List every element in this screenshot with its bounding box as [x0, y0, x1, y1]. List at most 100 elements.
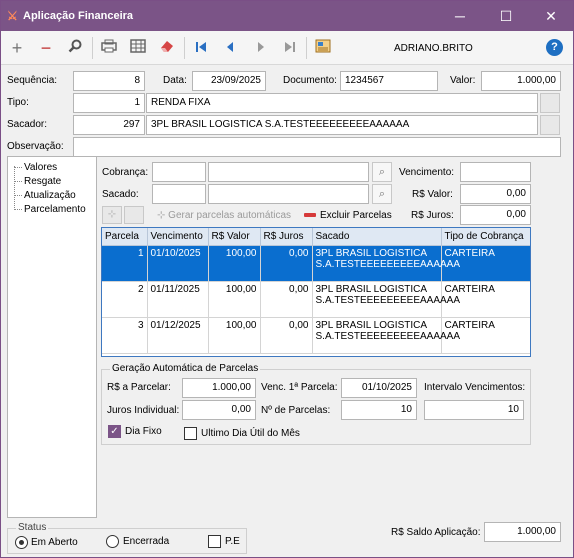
remove-icon[interactable]: − — [35, 37, 57, 59]
sacado-search-icon[interactable]: ⌕ — [372, 184, 392, 204]
observacao-field[interactable] — [73, 137, 561, 157]
nparcelas-field[interactable]: 10 — [341, 400, 417, 420]
cobranca-code-field[interactable] — [152, 162, 206, 182]
rs-juros-field[interactable]: 0,00 — [460, 205, 531, 225]
tipo-label: Tipo: — [7, 97, 29, 108]
valor-label: Valor: — [450, 75, 476, 86]
wand-icon: ⊹ — [157, 210, 169, 221]
valor-field[interactable]: 1.000,00 — [481, 71, 561, 91]
add-icon[interactable]: + — [6, 37, 28, 59]
intervalo-field[interactable]: 10 — [424, 400, 524, 420]
em-aberto-label: Em Aberto — [31, 537, 78, 548]
parcelas-table: Parcela Vencimento R$ Valor R$ Juros Sac… — [101, 227, 531, 357]
column-header[interactable]: Tipo de Cobrança — [441, 228, 530, 246]
cell-sacado: 3PL BRASIL LOGISTICA S.A.TESTEEEEEEEEEAA… — [312, 317, 460, 354]
cell-vencimento: 01/11/2025 — [147, 281, 209, 318]
documento-label: Documento: — [283, 75, 337, 86]
observacao-label: Observação: — [7, 141, 64, 152]
cobranca-search-icon[interactable]: ⌕ — [372, 162, 392, 182]
eraser-icon[interactable] — [156, 37, 178, 59]
tipo-description-field: RENDA FIXA — [146, 93, 538, 113]
cell-valor: 100,00 — [208, 317, 261, 354]
cell-juros: 0,00 — [260, 281, 313, 318]
toolbar-separator — [184, 37, 185, 59]
print-icon[interactable] — [98, 37, 120, 59]
ultimo-dia-label: Ultimo Dia Útil do Mês — [201, 428, 300, 439]
data-field[interactable]: 23/09/2025 — [192, 71, 266, 91]
cell-juros: 0,00 — [260, 245, 313, 282]
rs-parcelar-label: R$ a Parcelar: — [107, 382, 171, 393]
column-header[interactable]: Vencimento — [147, 228, 209, 246]
column-header[interactable]: R$ Juros — [260, 228, 313, 246]
edit-parcel-button[interactable] — [124, 206, 144, 224]
column-header[interactable]: Parcela — [102, 228, 148, 246]
app-icon: ⚔ — [7, 9, 18, 23]
help-icon[interactable]: ? — [546, 39, 563, 56]
cell-juros: 0,00 — [260, 317, 313, 354]
encerrada-radio[interactable] — [106, 535, 119, 548]
tree-item-resgate[interactable]: Resgate — [14, 176, 61, 187]
sacador-lookup-button[interactable] — [540, 115, 560, 135]
gerar-parcelas-label: Gerar parcelas automáticas — [168, 210, 292, 221]
tipo-code-field[interactable]: 1 — [73, 93, 145, 113]
vencimento-label: Vencimento: — [399, 167, 455, 178]
toolbar: + − ADRIANO.BRITO ? — [1, 31, 573, 65]
next-record-icon[interactable] — [250, 37, 272, 59]
minimize-button[interactable]: ─ — [437, 1, 483, 31]
maximize-button[interactable]: ☐ — [483, 1, 529, 31]
pe-checkbox[interactable] — [208, 535, 221, 548]
dia-fixo-checkbox[interactable]: ✓ — [108, 425, 121, 438]
previous-record-icon[interactable] — [219, 37, 241, 59]
sacado-description-field — [208, 184, 369, 204]
juros-individual-field[interactable]: 0,00 — [182, 400, 256, 420]
rs-valor-field[interactable]: 0,00 — [460, 184, 531, 204]
cell-valor: 100,00 — [208, 245, 261, 282]
current-user: ADRIANO.BRITO — [394, 43, 473, 54]
tree-item-atualizacao[interactable]: Atualização — [14, 190, 76, 201]
tipo-lookup-button[interactable] — [540, 93, 560, 113]
intervalo-label: Intervalo Vencimentos: — [424, 382, 526, 393]
first-record-icon[interactable] — [190, 37, 212, 59]
sacador-description-field: 3PL BRASIL LOGISTICA S.A.TESTEEEEEEEEEAA… — [146, 115, 538, 135]
dia-fixo-label: Dia Fixo — [125, 426, 162, 437]
sacado-code-field[interactable] — [152, 184, 206, 204]
gerar-parcelas-button[interactable]: ⊹ Gerar parcelas automáticas — [157, 210, 291, 221]
app-window: ⚔ Aplicação Financeira ─ ☐ ✕ + − ADRIANO… — [0, 0, 574, 558]
close-button[interactable]: ✕ — [528, 1, 574, 31]
juros-individual-label: Juros Individual: — [107, 405, 180, 416]
add-parcel-button[interactable]: ⊹ — [102, 206, 122, 224]
cell-vencimento: 01/10/2025 — [147, 245, 209, 282]
table-row[interactable]: 1 01/10/2025 100,00 0,00 3PL BRASIL LOGI… — [102, 245, 530, 282]
em-aberto-radio[interactable] — [15, 536, 28, 549]
cell-valor: 100,00 — [208, 281, 261, 318]
navigation-tree: Valores Resgate Atualização Parcelamento — [7, 156, 97, 518]
rs-parcelar-field[interactable]: 1.000,00 — [182, 378, 256, 398]
last-record-icon[interactable] — [279, 37, 301, 59]
table-row[interactable]: 2 01/11/2025 100,00 0,00 3PL BRASIL LOGI… — [102, 281, 530, 318]
sacador-code-field[interactable]: 297 — [73, 115, 145, 135]
column-header[interactable]: Sacado — [312, 228, 442, 246]
rs-valor-label: R$ Valor: — [412, 189, 453, 200]
tree-item-parcelamento[interactable]: Parcelamento — [14, 204, 86, 215]
excluir-parcelas-label: Excluir Parcelas — [320, 210, 392, 221]
tree-item-valores[interactable]: Valores — [14, 162, 57, 173]
table-row[interactable]: 3 01/12/2025 100,00 0,00 3PL BRASIL LOGI… — [102, 317, 530, 354]
cell-sacado: 3PL BRASIL LOGISTICA S.A.TESTEEEEEEEEEAA… — [312, 281, 460, 318]
sequencia-field[interactable]: 8 — [73, 71, 145, 91]
toolbar-separator — [306, 37, 307, 59]
sequencia-label: Sequência: — [7, 75, 58, 86]
ultimo-dia-checkbox[interactable] — [184, 427, 197, 440]
encerrada-label: Encerrada — [123, 536, 170, 547]
image-icon[interactable] — [312, 37, 334, 59]
status-title: Status — [16, 522, 49, 533]
cobranca-label: Cobrança: — [102, 167, 149, 178]
search-icon[interactable] — [64, 37, 86, 59]
excluir-parcelas-button[interactable]: Excluir Parcelas — [304, 210, 392, 221]
column-header[interactable]: R$ Valor — [208, 228, 261, 246]
documento-field[interactable]: 1234567 — [340, 71, 438, 91]
geracao-automatica-group: Geração Automática de Parcelas R$ a Parc… — [101, 363, 531, 445]
venc-primeira-field[interactable]: 01/10/2025 — [341, 378, 417, 398]
table-icon[interactable] — [127, 37, 149, 59]
vencimento-field[interactable] — [460, 162, 531, 182]
rs-juros-label: R$ Juros: — [411, 210, 454, 221]
